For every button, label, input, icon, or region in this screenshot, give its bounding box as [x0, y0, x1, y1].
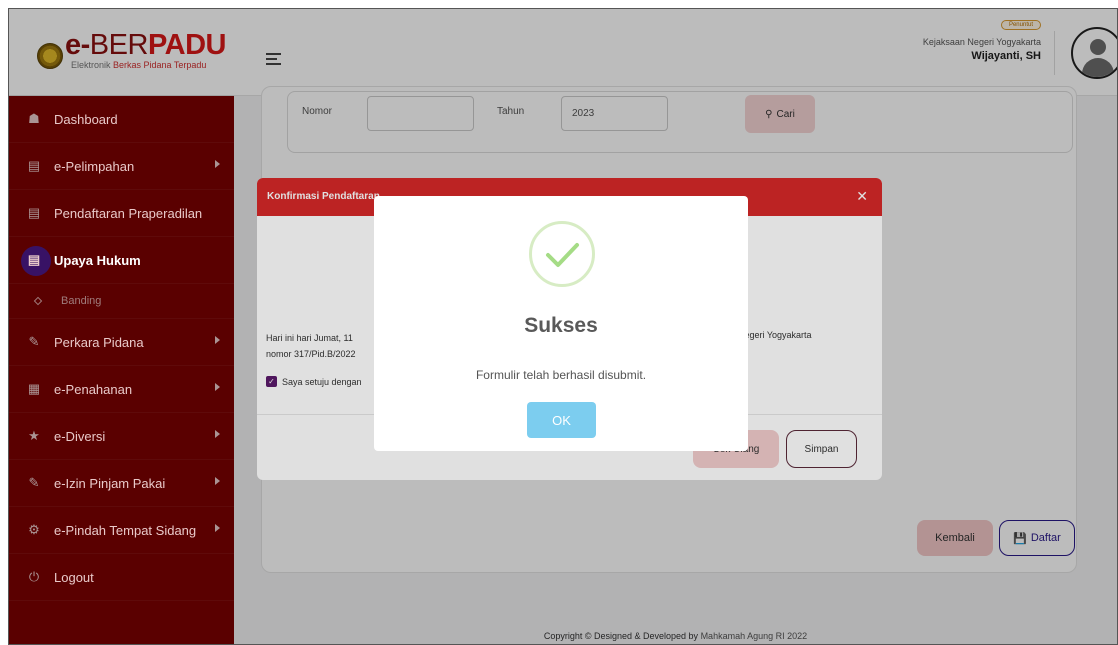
sidebar-item-label: Logout	[54, 569, 94, 585]
ok-button[interactable]: OK	[527, 402, 596, 438]
sidebar-item-label: e-Diversi	[54, 428, 106, 444]
sidebar-item-label: e-Pelimpahan	[54, 158, 135, 174]
sidebar-item-label: Dashboard	[54, 111, 118, 127]
sidebar-item-label: e-Pindah Tempat Sidang	[54, 522, 197, 538]
success-modal: Sukses Formulir telah berhasil disubmit.…	[374, 196, 748, 451]
sidebar-item-label: Perkara Pidana	[54, 334, 144, 350]
document-icon: ▤	[27, 252, 41, 267]
success-message: Formulir telah berhasil disubmit.	[475, 368, 647, 382]
sidebar-item-label: Pendaftaran Praperadilan	[54, 205, 203, 221]
sidebar-item-label: e-Izin Pinjam Pakai	[54, 475, 166, 491]
success-check-icon	[529, 221, 595, 287]
success-title: Sukses	[524, 314, 598, 337]
sidebar-item-label: Upaya Hukum	[54, 252, 141, 268]
sidebar-item-label: e-Penahanan	[54, 381, 133, 397]
app-window: e-BERPADU Elektronik Berkas Pidana Terpa…	[8, 8, 1118, 645]
